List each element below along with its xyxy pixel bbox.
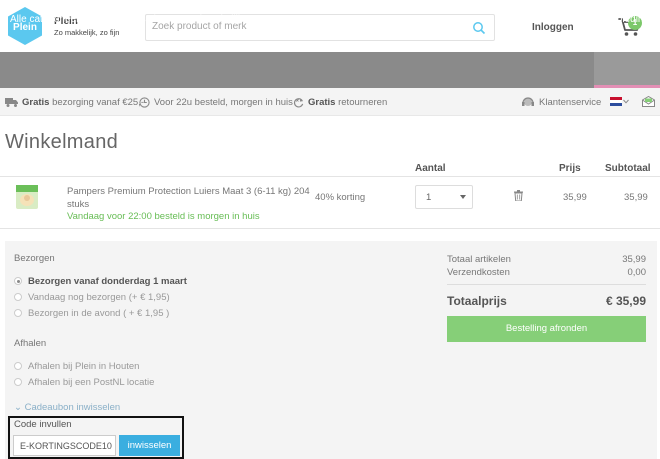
gift-card-toggle[interactable]: ⌄ Cadeaubon inwisselen [14, 402, 120, 413]
summary-items-label: Totaal artikelen [447, 254, 511, 265]
nl-flag-icon[interactable] [610, 97, 622, 106]
table-divider [0, 228, 660, 229]
usp-next-day: Voor 22u besteld, morgen in huis * [154, 97, 300, 108]
column-header-quantity: Aantal [415, 163, 446, 174]
total-price-label: Totaalprijs [447, 294, 507, 308]
nav-item-zakelijk[interactable]: Zakelijk [209, 14, 243, 25]
chevron-down-icon[interactable] [623, 99, 629, 104]
pickup-option-radio[interactable] [14, 378, 22, 386]
redeem-button[interactable]: inwisselen [119, 435, 180, 456]
nav-item-merken[interactable]: Merken [562, 14, 595, 25]
summary-divider [447, 284, 646, 285]
checkout-button[interactable]: Bestelling afronden [447, 316, 646, 342]
product-subtotal: 35,99 [624, 192, 648, 203]
column-header-price: Prijs [559, 163, 581, 174]
refresh-icon [293, 98, 304, 108]
product-delivery-note: Vandaag voor 22:00 besteld is morgen in … [67, 211, 260, 222]
chevron-down-icon [460, 195, 466, 199]
voucher-code-label: Code invullen [14, 419, 72, 430]
product-name-link[interactable]: Pampers Premium Protection Luiers Maat 3… [67, 185, 312, 211]
main-nav [0, 52, 660, 88]
mail-icon[interactable] [642, 96, 655, 107]
total-price-value: € 35,99 [605, 294, 646, 308]
product-image[interactable] [14, 183, 40, 211]
brand-tagline: Zo makkelijk, zo fijn [54, 28, 120, 37]
table-divider [0, 176, 660, 177]
trash-icon[interactable] [514, 190, 523, 201]
summary-shipping-value: 0,00 [627, 267, 647, 278]
delivery-heading: Bezorgen [14, 253, 55, 264]
pickup-heading: Afhalen [14, 338, 47, 349]
search-icon[interactable] [472, 21, 486, 35]
clock-icon [139, 97, 150, 108]
nav-active-indicator [594, 52, 660, 88]
summary-items-value: 35,99 [622, 254, 646, 265]
delivery-option-radio[interactable] [14, 309, 22, 317]
plein-logo[interactable]: Plein [5, 6, 45, 46]
headset-icon [522, 97, 534, 106]
product-discount: 40% korting [315, 192, 366, 203]
delivery-option-label[interactable]: Bezorgen vanaf donderdag 1 maart [28, 276, 187, 287]
nav-item-aanbiedingen[interactable]: Aanbiedingen [599, 14, 660, 25]
product-price: 35,99 [563, 192, 587, 203]
nav-item-klantenservice[interactable]: Klantenservice [147, 14, 213, 25]
pickup-option-radio[interactable] [14, 362, 22, 370]
pickup-option-label[interactable]: Afhalen bij een PostNL locatie [28, 377, 154, 388]
delivery-option-label[interactable]: Vandaag nog bezorgen (+ € 1,95) [28, 292, 170, 303]
usp-free-returns: Gratis retourneren [308, 97, 388, 108]
voucher-code-input[interactable] [13, 435, 116, 456]
customer-service-link[interactable]: Klantenservice [539, 97, 601, 108]
column-header-subtotal: Subtotaal [605, 163, 651, 174]
site-header: Plein Plein Zo makkelijk, zo fijn Inlogg… [0, 0, 660, 52]
page-title: Winkelmand [5, 131, 119, 153]
usp-free-shipping: Gratis bezorging vanaf €25,- [22, 97, 145, 108]
delivery-option-label[interactable]: Bezorgen in de avond ( + € 1,95 ) [28, 308, 169, 319]
nav-item-over-ons[interactable]: Over ons [105, 14, 146, 25]
nav-item-vacatures[interactable]: Vacatures [249, 14, 293, 25]
delivery-option-radio[interactable] [14, 277, 22, 285]
quantity-select[interactable]: 1 [415, 185, 473, 209]
pickup-option-label[interactable]: Afhalen bij Plein in Houten [28, 361, 139, 372]
delivery-option-radio[interactable] [14, 293, 22, 301]
truck-icon [5, 98, 18, 107]
quantity-value: 1 [426, 192, 432, 203]
nav-all-categories[interactable]: Alle categorieën ⌄ [10, 14, 93, 25]
summary-shipping-label: Verzendkosten [447, 267, 510, 278]
